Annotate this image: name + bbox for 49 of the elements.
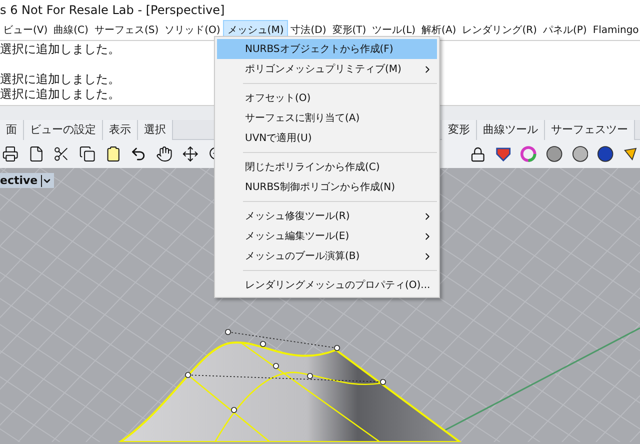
toolbar-tab[interactable]: 曲線ツール <box>477 120 545 140</box>
command-history-line: 選択に追加しました。 <box>0 71 120 87</box>
sphere-icon[interactable] <box>572 145 588 163</box>
toolbar-tab[interactable]: ビューの設定 <box>24 120 103 140</box>
hand-icon[interactable] <box>156 145 173 163</box>
copy-icon[interactable] <box>79 145 96 163</box>
menu-item[interactable]: オフセット(O) <box>217 88 437 108</box>
menu-bar-item[interactable]: サーフェス(S) <box>91 20 162 40</box>
printer-icon[interactable] <box>2 145 19 163</box>
menu-bar-item[interactable]: レンダリング(R) <box>459 20 540 40</box>
menu-bar-item[interactable]: 寸法(D) <box>288 20 330 40</box>
menu-bar-item[interactable]: 変形(T) <box>329 20 370 40</box>
menu-item[interactable]: ポリゴンメッシュプリミティブ(M) <box>217 59 437 79</box>
toolbar-tab[interactable]: 選択 <box>138 120 173 140</box>
menu-item[interactable]: メッシュ編集ツール(E) <box>217 226 437 246</box>
lock-icon[interactable] <box>470 146 486 162</box>
sphere-icon[interactable] <box>546 145 563 163</box>
menu-item[interactable]: 閉じたポリラインから作成(C) <box>217 157 437 177</box>
sphere-icon[interactable] <box>597 145 614 163</box>
viewport-label[interactable]: ective <box>0 173 54 188</box>
undo-icon[interactable] <box>130 145 148 163</box>
menu-item[interactable]: サーフェスに割り当て(A) <box>217 108 437 128</box>
menu-bar-item[interactable]: ソリッド(O) <box>162 20 224 40</box>
toolbar-tab[interactable]: 変形 <box>442 120 477 140</box>
menu-item[interactable]: UVNで適用(U) <box>217 128 437 148</box>
toolbar-tab[interactable]: サーフェスツー <box>545 120 635 140</box>
menu-item[interactable]: NURBS制御ポリゴンから作成(N) <box>217 177 437 197</box>
material-icon[interactable] <box>494 145 512 163</box>
window-title: s 6 Not For Resale Lab - [Perspective] <box>0 2 225 19</box>
cursor-icon[interactable] <box>623 146 638 162</box>
clipboard-icon[interactable] <box>104 145 122 163</box>
toolbar-tab[interactable]: 面 <box>0 120 24 140</box>
color-wheel-icon[interactable] <box>520 145 538 163</box>
menu-item[interactable]: NURBSオブジェクトから作成(F) <box>217 39 437 59</box>
menu-bar-item[interactable]: 解析(A) <box>418 20 460 40</box>
menu-bar-item[interactable]: ビュー(V) <box>0 20 51 40</box>
menu-bar-item[interactable]: パネル(P) <box>540 20 590 40</box>
menu-bar-item[interactable]: 曲線(C) <box>50 20 92 40</box>
rotate-view-icon[interactable] <box>182 145 198 163</box>
command-history-line: 選択に追加しました。 <box>0 42 120 57</box>
menu-bar-item[interactable]: Flamingo <box>590 20 640 40</box>
command-history-line: 選択に追加しました。 <box>0 87 120 102</box>
menu-item[interactable]: メッシュのブール演算(B) <box>217 246 437 266</box>
menu-bar-item[interactable]: ツール(L) <box>369 20 419 40</box>
cut-icon[interactable] <box>53 145 70 163</box>
menu-item[interactable]: レンダリングメッシュのプロパティ(O)... <box>217 275 437 295</box>
menu-item[interactable]: メッシュ修復ツール(R) <box>217 206 437 226</box>
toolbar-tab[interactable]: 表示 <box>103 120 138 140</box>
document-icon[interactable] <box>28 145 44 163</box>
